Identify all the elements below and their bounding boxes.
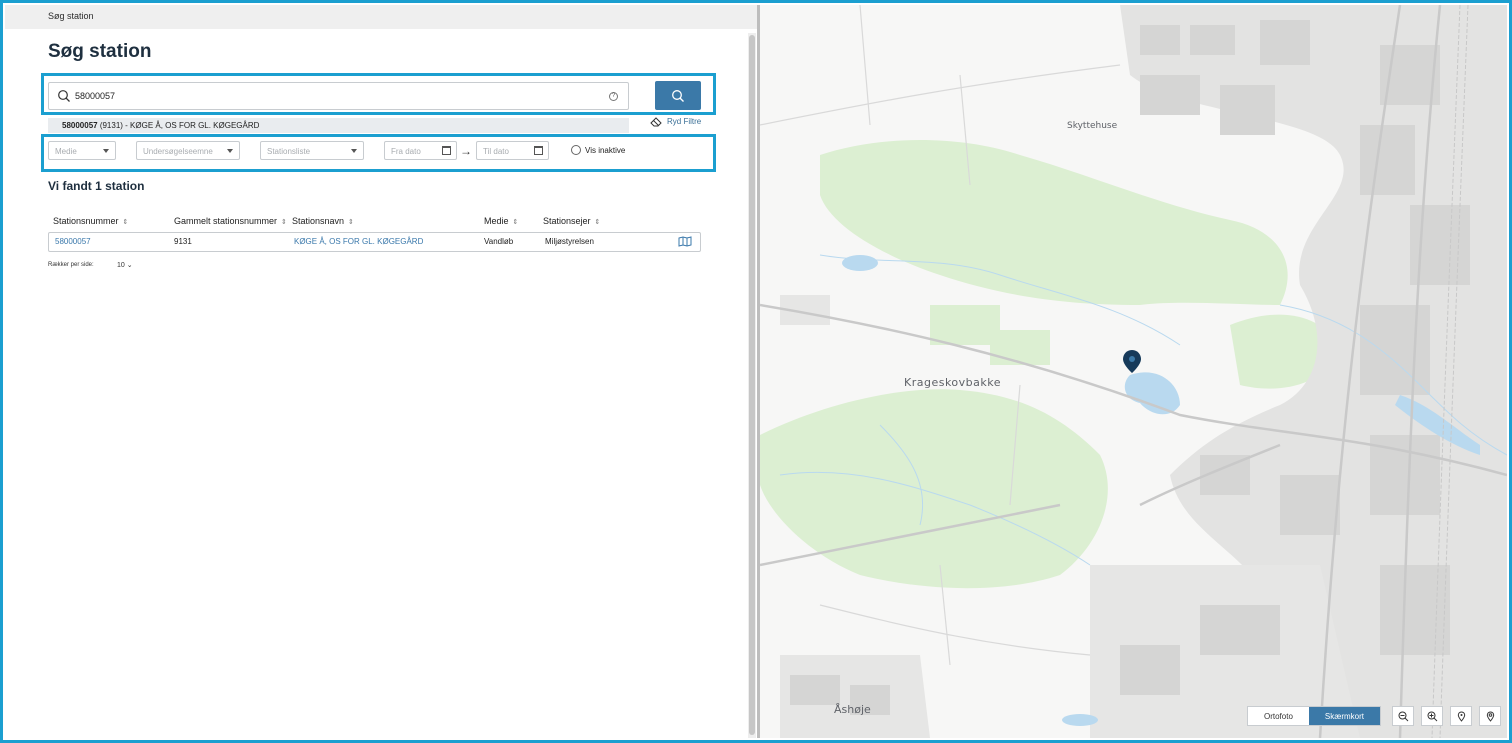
sort-icon[interactable]: ⇕ xyxy=(123,218,129,226)
til-dato-placeholder: Til dato xyxy=(483,147,509,156)
cell-gammelt-stationsnummer: 9131 xyxy=(174,237,192,246)
clear-filters-button[interactable]: Ryd Filtre xyxy=(650,116,701,127)
search-panel: Søg station Søg station ? 58000057 (9131… xyxy=(5,5,757,738)
search-button[interactable] xyxy=(655,81,701,110)
zoom-in-icon xyxy=(1427,711,1438,722)
sort-icon[interactable]: ⇕ xyxy=(281,218,287,226)
sort-icon[interactable]: ⇕ xyxy=(348,218,354,226)
eraser-icon xyxy=(650,117,662,127)
scrollbar-thumb[interactable] xyxy=(749,35,755,735)
help-icon[interactable]: ? xyxy=(609,92,618,101)
rows-per-page-select[interactable]: 10 ⌄ xyxy=(117,261,133,269)
fra-dato-placeholder: Fra dato xyxy=(391,147,421,156)
header-label: Stationsejer xyxy=(543,216,591,226)
date-range-arrow-icon: → xyxy=(460,144,472,158)
medie-select[interactable]: Medie xyxy=(48,141,116,160)
suggestion-text: (9131) - KØGE Å, OS FOR GL. KØGEGÅRD xyxy=(97,121,260,130)
chevron-down-icon xyxy=(103,149,109,153)
undersoegelse-placeholder: Undersøgelseemne xyxy=(143,147,213,156)
pin-icon xyxy=(1457,711,1466,722)
header-stationsnavn[interactable]: Stationsnavn ⇕ xyxy=(292,216,354,226)
calendar-icon[interactable] xyxy=(534,146,543,155)
skaermkort-button[interactable]: Skærmkort xyxy=(1308,707,1381,725)
cell-stationsejer: Miljøstyrelsen xyxy=(545,237,594,246)
search-field[interactable]: ? xyxy=(48,82,629,110)
place-label: Skyttehuse xyxy=(1067,121,1118,131)
map-icon[interactable] xyxy=(678,236,692,247)
vis-inaktive-label: Vis inaktive xyxy=(585,146,626,155)
rows-per-page-value: 10 xyxy=(117,262,125,269)
search-icon xyxy=(672,90,684,102)
search-input[interactable] xyxy=(75,87,595,105)
place-label: Krageskovbakke xyxy=(904,376,1002,389)
map-view[interactable]: Skyttehuse Krageskovbakke Åshøje Ortofot… xyxy=(760,5,1507,738)
medie-placeholder: Medie xyxy=(55,147,77,156)
radio-button[interactable] xyxy=(571,145,581,155)
cell-stationsnummer-link[interactable]: 58000057 xyxy=(55,237,91,246)
location-icon xyxy=(1486,711,1495,722)
header-label: Stationsnavn xyxy=(292,216,345,226)
sort-icon[interactable]: ⇕ xyxy=(513,218,519,226)
place-label: Åshøje xyxy=(834,703,871,716)
header-stationsejer[interactable]: Stationsejer ⇕ xyxy=(543,216,600,226)
cell-medie: Vandløb xyxy=(484,237,514,246)
zoom-out-button[interactable] xyxy=(1392,706,1414,726)
header-stationsnummer[interactable]: Stationsnummer ⇕ xyxy=(53,216,128,226)
undersoegelse-select[interactable]: Undersøgelseemne xyxy=(136,141,240,160)
rows-per-page-label: Rækker per side: xyxy=(48,262,94,268)
search-suggestion[interactable]: 58000057 (9131) - KØGE Å, OS FOR GL. KØG… xyxy=(48,118,629,133)
chevron-down-icon xyxy=(227,149,233,153)
search-icon xyxy=(58,90,70,102)
result-count-title: Vi fandt 1 station xyxy=(48,179,145,193)
map-canvas[interactable] xyxy=(760,5,1507,738)
suggestion-number: 58000057 xyxy=(62,121,98,130)
breadcrumb-item[interactable]: Søg station xyxy=(48,11,94,21)
ortofoto-button[interactable]: Ortofoto xyxy=(1248,707,1309,725)
stationsliste-placeholder: Stationsliste xyxy=(267,147,311,156)
fra-dato-field[interactable]: Fra dato xyxy=(384,141,457,160)
clear-filters-label: Ryd Filtre xyxy=(667,117,702,126)
header-label: Gammelt stationsnummer xyxy=(174,216,278,226)
chevron-down-icon: ⌄ xyxy=(126,262,133,269)
locate-button[interactable] xyxy=(1479,706,1501,726)
cell-stationsnavn-link[interactable]: KØGE Å, OS FOR GL. KØGEGÅRD xyxy=(294,237,423,246)
sort-icon[interactable]: ⇕ xyxy=(595,218,601,226)
vis-inaktive-toggle[interactable]: Vis inaktive xyxy=(571,145,625,155)
til-dato-field[interactable]: Til dato xyxy=(476,141,549,160)
chevron-down-icon xyxy=(351,149,357,153)
page-title: Søg station xyxy=(48,41,152,62)
header-label: Medie xyxy=(484,216,509,226)
zoom-out-icon xyxy=(1398,711,1409,722)
header-label: Stationsnummer xyxy=(53,216,119,226)
stationsliste-select[interactable]: Stationsliste xyxy=(260,141,364,160)
header-gammelt-stationsnummer[interactable]: Gammelt stationsnummer ⇕ xyxy=(174,216,287,226)
zoom-in-button[interactable] xyxy=(1421,706,1443,726)
calendar-icon[interactable] xyxy=(442,146,451,155)
map-layer-toggle: Ortofoto Skærmkort xyxy=(1247,706,1382,726)
breadcrumb: Søg station xyxy=(5,5,757,29)
header-medie[interactable]: Medie ⇕ xyxy=(484,216,518,226)
marker-button[interactable] xyxy=(1450,706,1472,726)
